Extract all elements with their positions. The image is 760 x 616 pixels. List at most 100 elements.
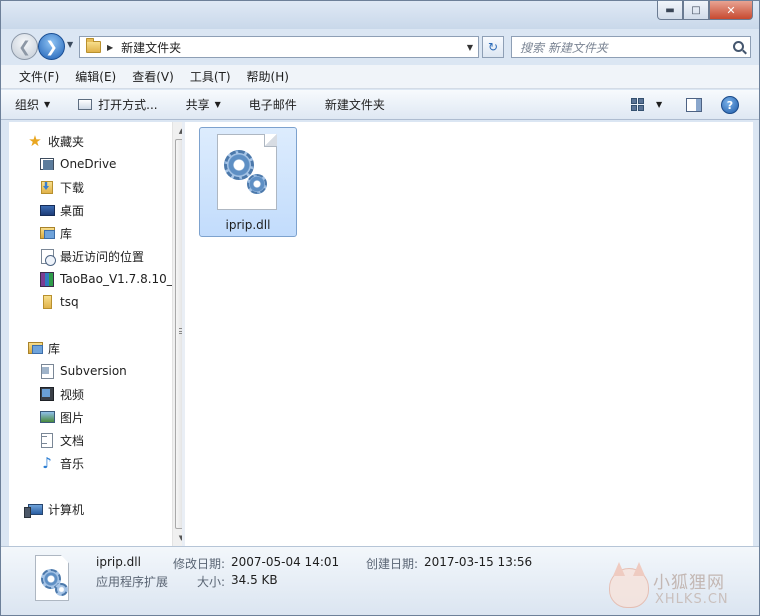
nav-item-label: 最近访问的位置 <box>60 249 145 264</box>
nav-item-videos[interactable]: 视频 <box>39 384 84 404</box>
nav-favorites[interactable]: ★ 收藏夹 <box>27 131 84 151</box>
library-icon <box>27 340 43 356</box>
search-box[interactable]: 搜索 新建文件夹 <box>511 36 751 58</box>
nav-item-downloads[interactable]: 下载 <box>39 177 84 197</box>
menu-edit[interactable]: 编辑(E) <box>67 68 124 85</box>
open-with-label: 打开方式... <box>98 98 158 112</box>
nav-item-label: 下载 <box>60 180 85 195</box>
nav-libraries-label: 库 <box>48 341 61 356</box>
explorer-window: ▬ □ ✕ ❮ ❯ ▼ ▶ 新建文件夹 ▼ ↻ 搜索 新建文件夹 文件(F) 编… <box>0 0 760 616</box>
nav-item-onedrive[interactable]: OneDrive <box>39 154 116 174</box>
minimize-button[interactable]: ▬ <box>657 1 683 20</box>
nav-item-pictures[interactable]: 图片 <box>39 407 84 427</box>
onedrive-icon <box>39 156 55 172</box>
email-button[interactable]: 电子邮件 <box>249 96 297 113</box>
details-created-label: 创建日期: <box>366 557 419 571</box>
details-filename: iprip.dll <box>96 555 141 569</box>
organize-button[interactable]: 组织 ▼ <box>15 96 50 113</box>
nav-computer-label: 计算机 <box>48 502 85 517</box>
details-created-value: 2017-03-15 13:56 <box>424 555 533 569</box>
back-button[interactable]: ❮ <box>11 33 38 60</box>
folder-icon <box>86 38 101 53</box>
nav-item-recent-places[interactable]: 最近访问的位置 <box>39 246 144 266</box>
scrollbar-thumb[interactable] <box>175 139 182 529</box>
nav-item-label: 桌面 <box>60 203 85 218</box>
fox-logo-icon <box>609 568 649 608</box>
nav-item-label: 图片 <box>60 410 85 425</box>
address-dropdown-icon[interactable]: ▼ <box>467 43 473 52</box>
organize-dropdown-icon: ▼ <box>44 100 51 109</box>
menu-help[interactable]: 帮助(H) <box>239 68 297 85</box>
share-label: 共享 <box>185 98 210 112</box>
nav-item-tsq[interactable]: tsq <box>39 292 79 312</box>
scroll-up-arrow-icon[interactable]: ▲ <box>173 122 182 139</box>
nav-item-subversion[interactable]: Subversion <box>39 361 127 381</box>
nav-item-label: Subversion <box>60 364 127 378</box>
documents-library-icon <box>39 432 55 448</box>
navigation-scrollbar[interactable]: ▲ ▼ <box>172 122 182 546</box>
close-button[interactable]: ✕ <box>709 1 753 20</box>
nav-item-label: 音乐 <box>60 456 85 471</box>
page-fold-icon <box>264 134 277 147</box>
nav-libraries[interactable]: 库 <box>27 338 60 358</box>
watermark-cn: 小狐狸网 <box>653 573 725 593</box>
menu-tools[interactable]: 工具(T) <box>182 68 239 85</box>
breadcrumb-chevron-icon[interactable]: ▶ <box>107 43 113 52</box>
subversion-library-icon <box>39 363 55 379</box>
file-item[interactable]: iprip.dll <box>199 127 297 237</box>
gear-small-icon <box>55 583 68 596</box>
details-modified-label: 修改日期: <box>173 557 226 571</box>
new-folder-button[interactable]: 新建文件夹 <box>325 96 385 113</box>
details-size-label: 大小: <box>197 575 226 589</box>
scroll-down-arrow-icon[interactable]: ▼ <box>173 529 182 546</box>
nav-item-label: 视频 <box>60 387 85 402</box>
open-with-icon <box>78 99 93 110</box>
nav-item-label: 文档 <box>60 433 85 448</box>
details-size-value: 34.5 KB <box>231 573 278 587</box>
view-options-dropdown-icon[interactable]: ▼ <box>656 100 662 109</box>
watermark-en: XHLKS.CN <box>655 592 729 607</box>
nav-item-libraries-shortcut[interactable]: 库 <box>39 223 72 243</box>
watermark: 小狐狸网 XHLKS.CN <box>609 568 749 612</box>
forward-button[interactable]: ❯ <box>38 33 65 60</box>
title-bar[interactable]: ▬ □ ✕ <box>1 1 759 29</box>
share-button[interactable]: 共享 ▼ <box>186 96 221 113</box>
file-name: iprip.dll <box>225 218 271 232</box>
nav-item-desktop[interactable]: 桌面 <box>39 200 84 220</box>
nav-item-documents[interactable]: 文档 <box>39 430 84 450</box>
nav-item-taobao[interactable]: TaoBao_V1.7.8.10_ <box>39 269 173 289</box>
navigation-pane: ★ 收藏夹 OneDrive 下载 桌面 库 最近访问的位置 TaoBao_V1… <box>9 122 182 546</box>
share-dropdown-icon: ▼ <box>214 100 221 109</box>
breadcrumb-current-folder[interactable]: 新建文件夹 <box>121 39 181 56</box>
refresh-button[interactable]: ↻ <box>482 36 504 58</box>
search-icon[interactable] <box>733 41 744 52</box>
file-list[interactable]: iprip.dll <box>185 122 753 546</box>
menu-view[interactable]: 查看(V) <box>124 68 182 85</box>
video-library-icon <box>39 386 55 402</box>
email-label: 电子邮件 <box>248 98 297 112</box>
gear-small-icon <box>247 174 267 194</box>
folder-icon <box>39 294 55 310</box>
downloads-folder-icon <box>39 179 55 195</box>
menu-file[interactable]: 文件(F) <box>11 68 67 85</box>
organize-label: 组织 <box>15 98 40 112</box>
nav-item-label: tsq <box>60 295 79 309</box>
nav-computer[interactable]: 计算机 <box>27 499 84 519</box>
maximize-button[interactable]: □ <box>683 1 709 20</box>
command-bar: 组织 ▼ 打开方式... 共享 ▼ 电子邮件 新建文件夹 ▼ ? <box>1 90 759 120</box>
help-button[interactable]: ? <box>721 96 739 114</box>
open-with-button[interactable]: 打开方式... <box>78 96 158 113</box>
details-filetype: 应用程序扩展 <box>96 575 169 589</box>
file-thumbnail <box>31 555 71 603</box>
caption-buttons: ▬ □ ✕ <box>657 1 753 20</box>
nav-item-music[interactable]: ♪ 音乐 <box>39 453 84 473</box>
star-icon: ★ <box>28 131 42 150</box>
music-note-icon: ♪ <box>42 453 52 472</box>
preview-pane-icon[interactable] <box>686 98 702 112</box>
recent-pages-dropdown-icon[interactable]: ▼ <box>67 40 73 49</box>
address-bar[interactable]: ▶ 新建文件夹 ▼ <box>79 36 479 58</box>
pictures-library-icon <box>39 409 55 425</box>
search-input[interactable]: 搜索 新建文件夹 <box>520 39 608 56</box>
library-icon <box>39 225 55 241</box>
change-view-icon[interactable] <box>631 98 645 111</box>
